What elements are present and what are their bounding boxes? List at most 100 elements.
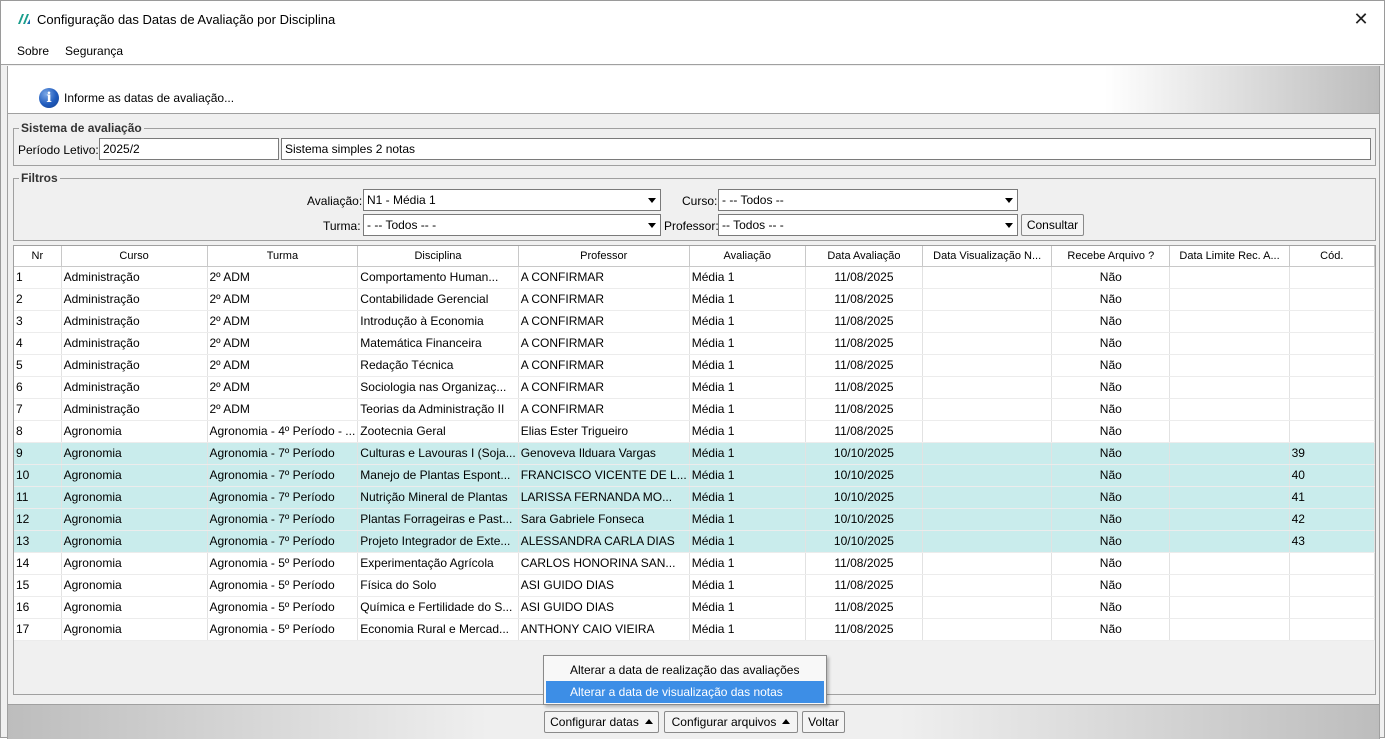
table-row[interactable]: 10 Agronomia Agronomia - 7º Período Manejo …: [14, 464, 1375, 487]
cell-curso: Agronomia: [61, 442, 208, 465]
avaliacao-select[interactable]: N1 - Média 1: [363, 189, 661, 211]
cell-data: 11/08/2025: [805, 288, 924, 311]
cell-nr: 4: [14, 332, 62, 355]
table-row[interactable]: 12 Agronomia Agronomia - 7º Período Plantas…: [14, 508, 1375, 531]
title-bar: Configuração das Datas de Avaliação por …: [1, 1, 1384, 37]
cell-limite: [1169, 486, 1290, 509]
cell-avaliacao: Média 1: [689, 420, 806, 443]
cell-cod: [1289, 354, 1375, 377]
cell-cod: 42: [1289, 508, 1375, 531]
table-row[interactable]: 1 Administração 2º ADM Comportamento Human.…: [14, 266, 1375, 289]
table-row[interactable]: 16 Agronomia Agronomia - 5º Período Química…: [14, 596, 1375, 619]
cell-limite: [1169, 618, 1290, 641]
bottom-toolbar: Configurar datas Configurar arquivos Vol…: [8, 704, 1379, 739]
cell-curso: Administração: [61, 288, 208, 311]
cell-avaliacao: Média 1: [689, 376, 806, 399]
table-row[interactable]: 5 Administração 2º ADM Redação Técnica A CON…: [14, 354, 1375, 377]
menu-bar: Sobre Segurança: [1, 37, 1384, 65]
cell-curso: Administração: [61, 332, 208, 355]
cell-disciplina: Física do Solo: [357, 574, 519, 597]
cell-cod: [1289, 398, 1375, 421]
configurar-arquivos-button[interactable]: Configurar arquivos: [664, 711, 798, 733]
curso-select[interactable]: - -- Todos --: [718, 189, 1018, 211]
cell-limite: [1169, 508, 1290, 531]
cell-cod: [1289, 574, 1375, 597]
window-title: Configuração das Datas de Avaliação por …: [37, 11, 336, 27]
column-header[interactable]: Disciplina: [357, 246, 519, 267]
cell-nr: 15: [14, 574, 62, 597]
table-row[interactable]: 14 Agronomia Agronomia - 5º Período Experim…: [14, 552, 1375, 575]
cell-avaliacao: Média 1: [689, 618, 806, 641]
sistema-avaliacao-group: Sistema de avaliação Período Letivo: 202…: [13, 121, 1376, 166]
table-row[interactable]: 15 Agronomia Agronomia - 5º Período Física …: [14, 574, 1375, 597]
configurar-datas-button[interactable]: Configurar datas: [544, 711, 659, 733]
sistema-field[interactable]: Sistema simples 2 notas: [281, 138, 1371, 160]
column-header[interactable]: Avaliação: [689, 246, 806, 267]
cell-curso: Agronomia: [61, 508, 208, 531]
chevron-down-icon: [648, 198, 656, 203]
cell-cod: 41: [1289, 486, 1375, 509]
column-header[interactable]: Turma: [207, 246, 359, 267]
cell-disciplina: Comportamento Human...: [357, 266, 519, 289]
column-header[interactable]: Professor: [518, 246, 690, 267]
cell-vis: [922, 332, 1053, 355]
cell-curso: Agronomia: [61, 574, 208, 597]
cell-nr: 1: [14, 266, 62, 289]
cell-data: 11/08/2025: [805, 332, 924, 355]
table-row[interactable]: 17 Agronomia Agronomia - 5º Período Economi…: [14, 618, 1375, 641]
cell-vis: [922, 618, 1053, 641]
periodo-letivo-field[interactable]: 2025/2: [99, 138, 279, 160]
column-header[interactable]: Nr: [14, 246, 62, 267]
cell-data: 10/10/2025: [805, 442, 924, 465]
cell-disciplina: Manejo de Plantas Espont...: [357, 464, 519, 487]
cell-avaliacao: Média 1: [689, 354, 806, 377]
column-header[interactable]: Data Visualização N...: [922, 246, 1053, 267]
turma-select[interactable]: - -- Todos -- -: [363, 214, 661, 236]
cell-turma: 2º ADM: [207, 310, 359, 333]
table-row[interactable]: 9 Agronomia Agronomia - 7º Período Culturas…: [14, 442, 1375, 465]
cell-professor: A CONFIRMAR: [518, 376, 690, 399]
menu-item-alterar-data-visualizacao[interactable]: Alterar a data de visualização das notas: [546, 681, 824, 703]
cell-limite: [1169, 266, 1290, 289]
table-row[interactable]: 11 Agronomia Agronomia - 7º Período Nutriçã…: [14, 486, 1375, 509]
column-header[interactable]: Data Limite Rec. A...: [1169, 246, 1290, 267]
menu-sobre[interactable]: Sobre: [9, 44, 57, 58]
cell-recebe: Não: [1051, 464, 1171, 487]
main-window: Configuração das Datas de Avaliação por …: [0, 0, 1385, 739]
table-row[interactable]: 13 Agronomia Agronomia - 7º Período Projeto…: [14, 530, 1375, 553]
cell-professor: A CONFIRMAR: [518, 288, 690, 311]
column-header[interactable]: Curso: [61, 246, 208, 267]
table-row[interactable]: 2 Administração 2º ADM Contabilidade Gerenc…: [14, 288, 1375, 311]
cell-limite: [1169, 464, 1290, 487]
cell-data: 11/08/2025: [805, 310, 924, 333]
table-row[interactable]: 7 Administração 2º ADM Teorias da Administr…: [14, 398, 1375, 421]
professor-select[interactable]: -- Todos -- -: [718, 214, 1018, 236]
cell-recebe: Não: [1051, 398, 1171, 421]
cell-avaliacao: Média 1: [689, 530, 806, 553]
menu-item-alterar-data-realizacao[interactable]: Alterar a data de realização das avaliaç…: [546, 659, 824, 681]
sistema-avaliacao-legend: Sistema de avaliação: [19, 121, 144, 135]
table-row[interactable]: 8 Agronomia Agronomia - 4º Período - ... Zo…: [14, 420, 1375, 443]
cell-avaliacao: Média 1: [689, 574, 806, 597]
cell-disciplina: Projeto Integrador de Exte...: [357, 530, 519, 553]
cell-professor: A CONFIRMAR: [518, 354, 690, 377]
cell-turma: Agronomia - 7º Período: [207, 486, 359, 509]
consultar-button[interactable]: Consultar: [1021, 214, 1084, 236]
cell-turma: Agronomia - 5º Período: [207, 574, 359, 597]
cell-professor: ALESSANDRA CARLA DIAS: [518, 530, 690, 553]
cell-vis: [922, 420, 1053, 443]
voltar-button[interactable]: Voltar: [802, 711, 845, 733]
column-header[interactable]: Recebe Arquivo ?: [1051, 246, 1171, 267]
close-icon[interactable]: ✕: [1338, 1, 1384, 37]
column-header[interactable]: Cód.: [1289, 246, 1375, 267]
cell-data: 11/08/2025: [805, 574, 924, 597]
menu-seguranca[interactable]: Segurança: [57, 44, 131, 58]
info-icon: i: [39, 88, 59, 108]
periodo-letivo-label: Período Letivo:: [18, 143, 99, 157]
table-row[interactable]: 4 Administração 2º ADM Matemática Financeir…: [14, 332, 1375, 355]
cell-data: 11/08/2025: [805, 398, 924, 421]
turma-select-value: - -- Todos -- -: [367, 218, 437, 232]
column-header[interactable]: Data Avaliação: [805, 246, 924, 267]
table-row[interactable]: 3 Administração 2º ADM Introdução à Economi…: [14, 310, 1375, 333]
table-row[interactable]: 6 Administração 2º ADM Sociologia nas Organ…: [14, 376, 1375, 399]
